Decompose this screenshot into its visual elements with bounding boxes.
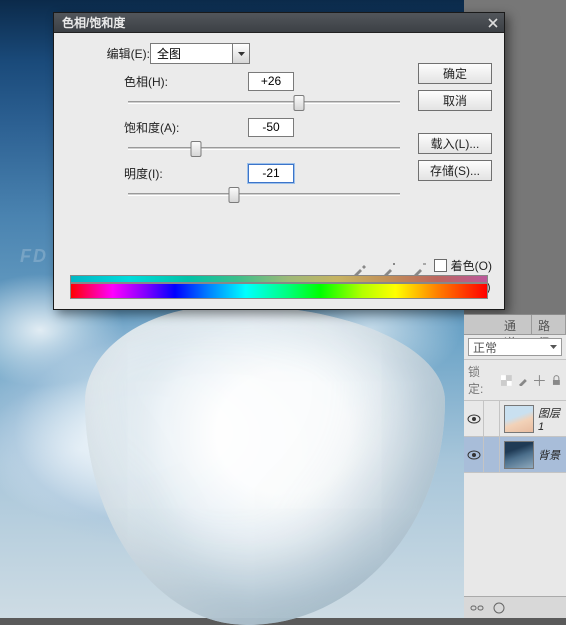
visibility-icon[interactable] xyxy=(464,437,484,472)
colorize-checkbox[interactable]: 着色(O) xyxy=(434,257,492,274)
cancel-button-label: 取消 xyxy=(443,92,467,109)
hue-slider[interactable] xyxy=(128,94,400,112)
layer-thumbnail[interactable] xyxy=(504,441,534,469)
hue-saturation-dialog: 色相/饱和度 编辑(E): 全图 色相(H): +26 xyxy=(53,12,505,310)
dialog-titlebar[interactable]: 色相/饱和度 xyxy=(54,13,504,33)
saturation-input[interactable]: -50 xyxy=(248,118,294,137)
blend-mode-value: 正常 xyxy=(473,339,497,356)
tab-channels[interactable]: 通道 xyxy=(498,315,532,334)
hue-slider-thumb[interactable] xyxy=(294,95,305,111)
load-button[interactable]: 载入(L)... xyxy=(418,133,492,154)
ok-button-label: 确定 xyxy=(443,65,467,82)
link-icon[interactable] xyxy=(470,602,484,614)
lock-label: 锁定: xyxy=(468,363,495,397)
chevron-down-icon xyxy=(550,345,557,349)
hue-result-strip xyxy=(70,275,488,283)
layer-row-1[interactable]: 图层 1 xyxy=(464,401,566,437)
lightness-label: 明度(I): xyxy=(124,165,248,182)
layer-thumbnail[interactable] xyxy=(504,405,534,433)
lightness-slider-thumb[interactable] xyxy=(229,187,240,203)
checkbox-icon xyxy=(434,259,447,272)
dialog-title: 色相/饱和度 xyxy=(62,14,125,31)
layer-row-background[interactable]: 背景 xyxy=(464,437,566,473)
saturation-slider[interactable] xyxy=(128,140,400,158)
lightness-input[interactable]: -21 xyxy=(248,164,294,183)
layers-panel-footer xyxy=(464,596,566,618)
lock-transparency-icon[interactable] xyxy=(501,375,512,386)
move-lock-icon[interactable] xyxy=(534,375,545,386)
edit-combo-value: 全图 xyxy=(151,45,232,62)
layer-name[interactable]: 背景 xyxy=(538,447,566,463)
lock-row: 锁定: xyxy=(464,360,566,401)
edit-combo[interactable]: 全图 xyxy=(150,43,250,64)
brush-icon[interactable] xyxy=(518,375,529,386)
blend-mode-select[interactable]: 正常 xyxy=(468,338,562,356)
watermark-text: FD xyxy=(20,246,48,267)
colorize-label: 着色(O) xyxy=(451,257,492,274)
hue-label: 色相(H): xyxy=(124,73,248,90)
link-column[interactable] xyxy=(484,401,500,436)
save-button-label: 存储(S)... xyxy=(430,162,480,179)
tab-paths[interactable]: 路径 xyxy=(532,315,566,334)
layer-name[interactable]: 图层 1 xyxy=(538,405,566,433)
hue-spectrum-strip xyxy=(70,283,488,299)
saturation-label: 饱和度(A): xyxy=(124,119,248,136)
visibility-icon[interactable] xyxy=(464,401,484,436)
load-button-label: 载入(L)... xyxy=(431,135,480,152)
lightness-slider[interactable] xyxy=(128,186,400,204)
save-button[interactable]: 存储(S)... xyxy=(418,160,492,181)
fx-icon[interactable] xyxy=(492,602,506,614)
hue-input[interactable]: +26 xyxy=(248,72,294,91)
ok-button[interactable]: 确定 xyxy=(418,63,492,84)
link-column[interactable] xyxy=(484,437,500,472)
close-icon[interactable] xyxy=(486,16,500,30)
lock-icon[interactable] xyxy=(551,375,562,386)
layers-panel: 图层 通道 路径 正常 锁定: 图层 1 背景 xyxy=(464,314,566,618)
panel-tabs: 图层 通道 路径 xyxy=(464,315,566,335)
edit-label: 编辑(E): xyxy=(66,45,150,62)
cancel-button[interactable]: 取消 xyxy=(418,90,492,111)
saturation-slider-thumb[interactable] xyxy=(191,141,202,157)
chevron-down-icon[interactable] xyxy=(232,44,249,63)
